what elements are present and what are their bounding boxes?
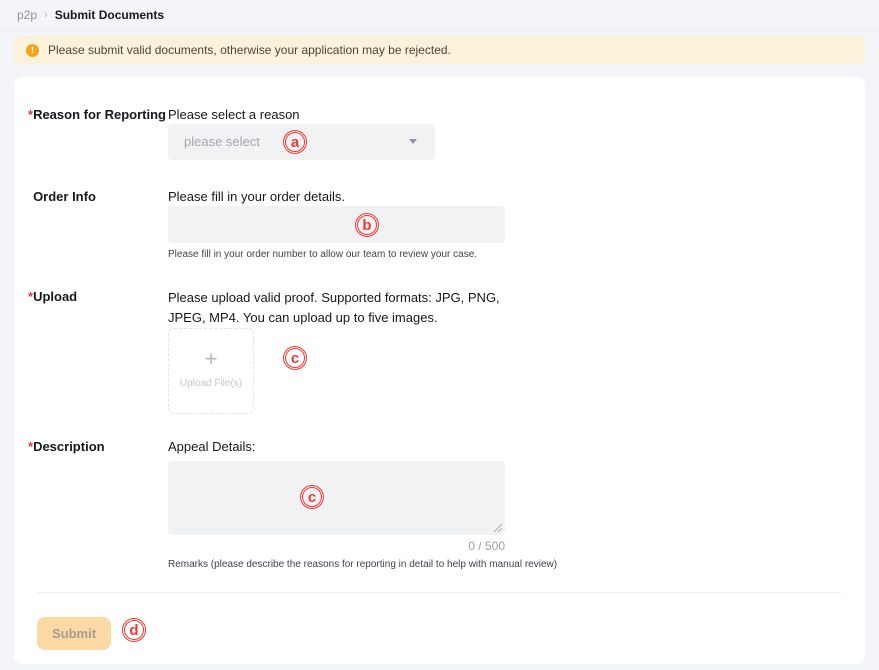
char-counter: 0 / 500: [168, 539, 505, 553]
reason-hint: Please select a reason: [168, 106, 435, 124]
breadcrumb-separator-icon: ›: [44, 9, 48, 21]
description-textarea[interactable]: [168, 461, 505, 535]
warning-banner-text: Please submit valid documents, otherwise…: [48, 43, 451, 57]
reason-label: *Reason for Reporting: [28, 106, 168, 160]
form-row-reason: *Reason for Reporting Please select a re…: [28, 106, 841, 160]
order-hint: Please fill in your order details.: [168, 188, 505, 206]
submit-button[interactable]: Submit: [37, 617, 111, 650]
breadcrumb-parent-link[interactable]: p2p: [17, 8, 37, 22]
order-number-input[interactable]: [168, 206, 505, 243]
description-hint: Appeal Details:: [168, 438, 557, 456]
chevron-down-icon: [409, 139, 417, 144]
upload-files-button[interactable]: + Upload File(s): [168, 328, 254, 414]
plus-icon: +: [205, 349, 218, 369]
upload-hint: Please upload valid proof. Supported for…: [168, 288, 520, 328]
submit-documents-form-card: *Reason for Reporting Please select a re…: [14, 77, 865, 664]
form-row-order: *Order Info Please fill in your order de…: [28, 188, 841, 261]
warning-banner: ! Please submit valid documents, otherwi…: [14, 36, 865, 64]
order-label: *Order Info: [28, 188, 168, 261]
warning-icon: !: [26, 44, 39, 57]
breadcrumb-current: Submit Documents: [55, 8, 164, 22]
footer-divider: [37, 592, 841, 593]
description-helper-text: Remarks (please describe the reasons for…: [168, 559, 557, 571]
form-row-description: *Description Appeal Details: 0 / 500 Rem…: [28, 438, 841, 571]
upload-label: *Upload: [28, 288, 168, 414]
upload-button-label: Upload File(s): [180, 375, 242, 393]
description-label: *Description: [28, 438, 168, 571]
order-helper-text: Please fill in your order number to allo…: [168, 249, 505, 261]
breadcrumb: p2p › Submit Documents: [0, 0, 879, 31]
reason-select-placeholder: please select: [184, 133, 260, 151]
resize-handle-icon[interactable]: [493, 523, 502, 532]
form-row-upload: *Upload Please upload valid proof. Suppo…: [28, 288, 841, 414]
reason-select[interactable]: please select: [168, 124, 435, 160]
